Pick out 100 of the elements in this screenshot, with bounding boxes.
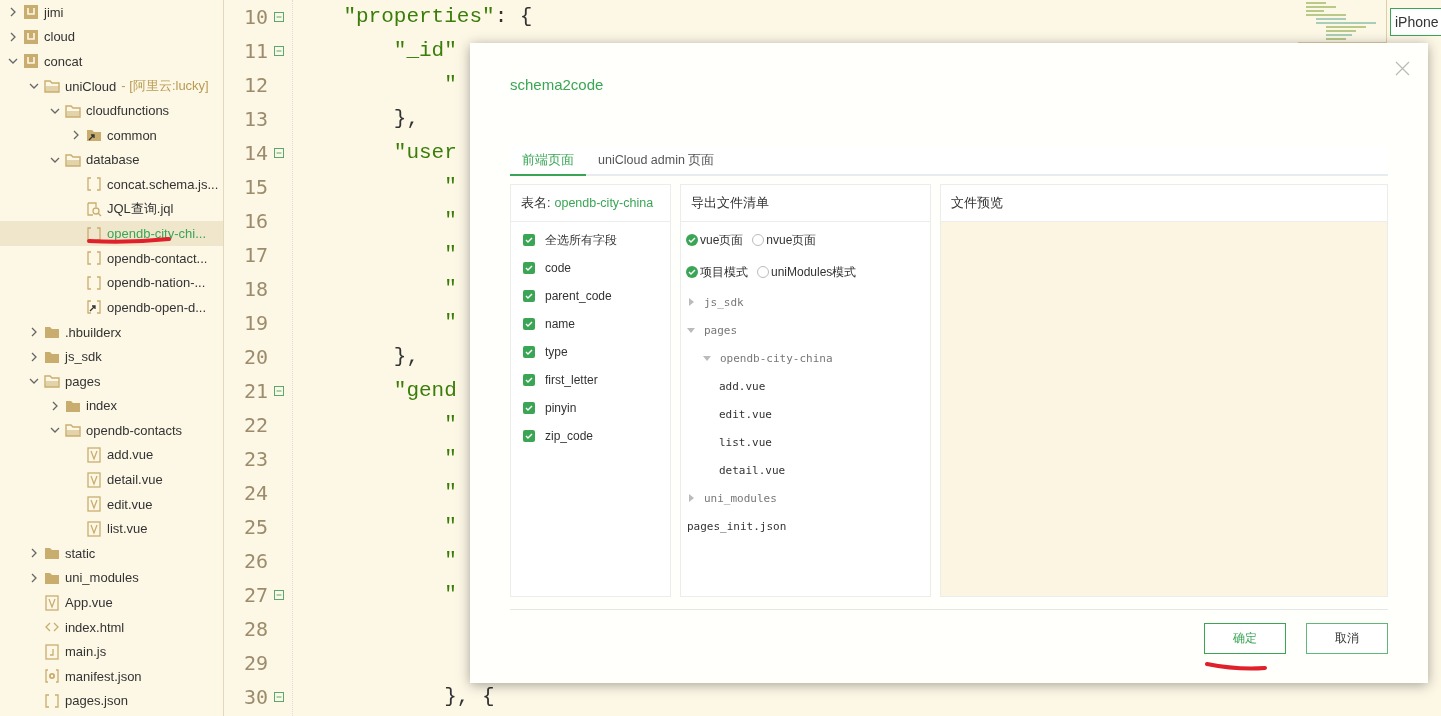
tree-item[interactable]: concat.schema.js... <box>0 172 223 197</box>
chevron-right-icon[interactable] <box>29 572 39 583</box>
chevron-right-icon[interactable] <box>29 351 39 362</box>
line-number: 17 <box>242 243 268 267</box>
open-folder-icon <box>65 102 81 119</box>
table-label: 表名: <box>521 194 551 212</box>
checkbox[interactable] <box>523 234 535 246</box>
panel-title: 文件预览 <box>951 194 1003 212</box>
tree-item[interactable]: cloud <box>0 24 223 50</box>
brackets-file-icon <box>86 176 102 193</box>
tab[interactable]: uniCloud admin 页面 <box>586 146 727 176</box>
tree-item[interactable]: index.html <box>0 614 223 640</box>
tree-item[interactable]: opendb-contact... <box>0 245 223 271</box>
caret-down-icon[interactable] <box>703 354 711 362</box>
code-line: }, { <box>443 684 495 710</box>
checkbox[interactable] <box>523 262 535 274</box>
file-name: add.vue <box>107 447 154 463</box>
tree-item[interactable]: uni_modules <box>0 565 223 591</box>
file-name: JQL查询.jql <box>107 200 174 219</box>
file-name: list.vue <box>107 521 148 537</box>
tree-item[interactable]: js_sdk <box>0 344 223 369</box>
chevron-right-icon[interactable] <box>29 327 39 337</box>
caret-right-icon[interactable] <box>687 494 695 502</box>
code-line: " <box>443 446 457 472</box>
caret-down-icon[interactable] <box>687 326 695 334</box>
fold-icon[interactable] <box>274 692 284 702</box>
field-label: name <box>545 317 576 331</box>
checkbox[interactable] <box>523 374 535 386</box>
chevron-right-icon[interactable] <box>8 31 18 42</box>
line-number: 22 <box>242 413 268 437</box>
project-icon <box>23 4 39 21</box>
radio-button[interactable] <box>686 234 698 246</box>
tree-item[interactable]: opendb-nation-... <box>0 270 223 296</box>
line-number: 27 <box>242 583 268 607</box>
chevron-right-icon[interactable] <box>8 7 18 18</box>
option-label: 项目模式 <box>700 263 748 281</box>
tree-item[interactable]: .hbuilderx <box>0 319 223 345</box>
code-line: " <box>443 174 457 200</box>
fold-icon[interactable] <box>274 12 284 22</box>
tree-item[interactable]: list.vue <box>0 516 223 542</box>
device-field[interactable]: iPhone <box>1390 8 1441 36</box>
tree-item[interactable]: concat <box>0 49 223 74</box>
tree-item[interactable]: static <box>0 541 223 566</box>
tree-item[interactable]: manifest.json <box>0 664 223 689</box>
file-name: edit.vue <box>719 407 772 421</box>
code-line: "properties": { <box>342 4 533 30</box>
folder-icon <box>44 324 60 340</box>
file-name: opendb-city-chi... <box>107 226 206 242</box>
code-line: " <box>443 514 457 540</box>
file-name: database <box>86 152 140 168</box>
tree-item[interactable]: add.vue <box>0 442 223 468</box>
code-line: "user <box>392 140 457 166</box>
tree-item[interactable]: jimi <box>0 0 223 25</box>
checkbox[interactable] <box>523 430 535 442</box>
close-icon[interactable] <box>1395 61 1410 76</box>
code-line: }, <box>392 344 420 370</box>
tree-item[interactable]: pages.json <box>0 688 223 714</box>
line-number: 15 <box>242 175 268 199</box>
vue-file-icon <box>86 520 102 537</box>
checkbox[interactable] <box>523 318 535 330</box>
cancel-button[interactable]: 取消 <box>1306 623 1388 654</box>
tree-item[interactable]: uniCloud - [阿里云:lucky] <box>0 73 223 99</box>
field-label: first_letter <box>545 373 598 387</box>
tree-item[interactable]: edit.vue <box>0 491 223 517</box>
tree-item[interactable]: detail.vue <box>0 467 223 492</box>
chevron-right-icon[interactable] <box>50 400 60 411</box>
open-folder-icon <box>44 373 60 390</box>
line-number: 29 <box>242 651 268 675</box>
tree-item[interactable]: JQL查询.jql <box>0 196 223 222</box>
chevron-right-icon[interactable] <box>71 130 81 141</box>
tree-item[interactable]: index <box>0 393 223 419</box>
line-number: 25 <box>242 515 268 539</box>
chevron-right-icon[interactable] <box>29 548 39 559</box>
checkbox[interactable] <box>523 290 535 302</box>
line-number: 11 <box>242 39 268 63</box>
tree-item[interactable]: main.js <box>0 639 223 665</box>
tree-item[interactable]: pages <box>0 368 223 394</box>
tree-item[interactable]: App.vue <box>0 590 223 615</box>
caret-right-icon[interactable] <box>687 298 695 306</box>
line-number: 18 <box>242 277 268 301</box>
fold-icon[interactable] <box>274 148 284 158</box>
file-name: App.vue <box>65 595 113 611</box>
line-number: 14 <box>242 141 268 165</box>
tree-item[interactable]: database <box>0 147 223 173</box>
fold-icon[interactable] <box>274 386 284 396</box>
line-number: 23 <box>242 447 268 471</box>
project-icon <box>23 53 39 70</box>
line-number: 19 <box>242 311 268 335</box>
checkbox[interactable] <box>523 402 535 414</box>
checkbox[interactable] <box>523 346 535 358</box>
tree-item[interactable]: opendb-contacts <box>0 418 223 443</box>
vue-file-icon <box>86 447 102 463</box>
fold-icon[interactable] <box>274 590 284 600</box>
tree-item[interactable]: cloudfunctions <box>0 98 223 123</box>
line-number: 26 <box>242 549 268 573</box>
tree-item[interactable]: common <box>0 122 223 148</box>
tree-item[interactable]: opendb-open-d... <box>0 295 223 320</box>
radio-button[interactable] <box>686 266 698 278</box>
option-label: nvue页面 <box>766 231 817 249</box>
fold-icon[interactable] <box>274 46 284 56</box>
